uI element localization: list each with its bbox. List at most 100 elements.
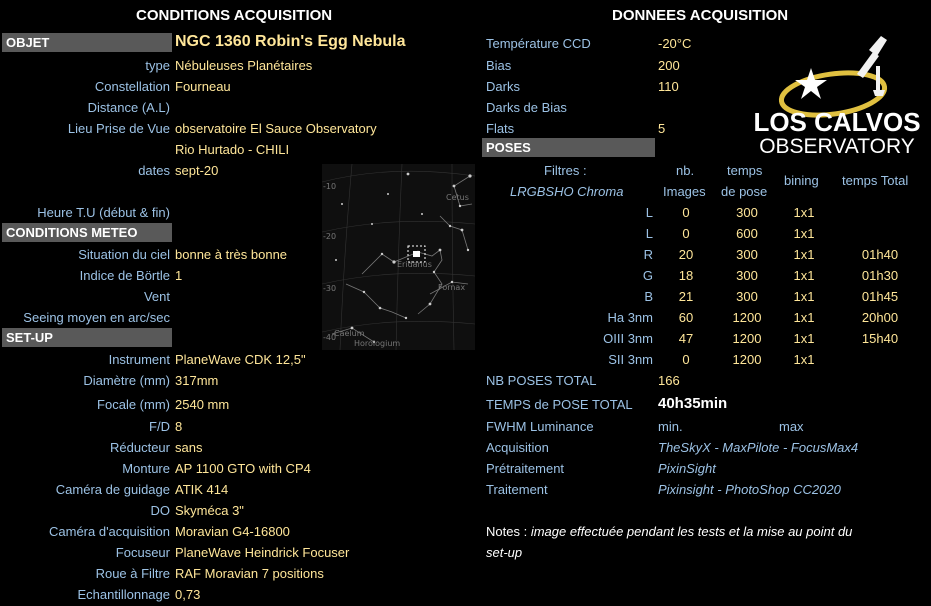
meteo-label: Situation du ciel xyxy=(78,247,170,262)
row-value: observatoire El Sauce Observatory xyxy=(175,121,377,136)
row-value: sept-20 xyxy=(175,163,219,178)
poses-filtres-label: Filtres : xyxy=(544,163,587,178)
setup-label: Caméra de guidage xyxy=(55,482,170,497)
pose-filter: L xyxy=(645,226,653,241)
meteo-label: Seeing moyen en arc/sec xyxy=(23,310,170,325)
pose-filter: SII 3nm xyxy=(608,352,653,367)
notes-label: Notes : xyxy=(486,524,528,539)
temps-pose-total-label: TEMPS de POSE TOTAL xyxy=(486,397,633,412)
setup-value: Skyméca 3" xyxy=(175,503,244,518)
setup-value: AP 1100 GTO with CP4 xyxy=(175,461,311,476)
poses-temps-label: temps xyxy=(727,163,763,178)
nb-poses-total-label: NB POSES TOTAL xyxy=(486,373,597,388)
donnees-value: 110 xyxy=(658,79,679,94)
poses-depose-label: de pose xyxy=(721,184,768,199)
row-label: type xyxy=(145,58,170,73)
pose-bin: 1x1 xyxy=(793,247,815,262)
temps-pose-total-value: 40h35min xyxy=(658,395,728,412)
meteo-label: Indice de Börtle xyxy=(79,268,170,283)
pose-bin: 1x1 xyxy=(793,289,815,304)
star-chart: Cetus Eridanus Fornax Caelum Horologium … xyxy=(321,163,476,351)
conditions-header: CONDITIONS ACQUISITION xyxy=(136,7,333,24)
logo-line1: LOS CALVOS xyxy=(753,107,920,137)
pose-filter: R xyxy=(643,247,653,262)
pose-bin: 1x1 xyxy=(793,268,815,283)
poses-bining-label: bining xyxy=(784,173,819,188)
software-label: Acquisition xyxy=(486,440,549,455)
tick-label: -20 xyxy=(323,232,336,241)
fwhm-max: max xyxy=(779,419,804,434)
setup-value: sans xyxy=(175,440,203,455)
section-objet: OBJET xyxy=(2,33,172,52)
row-label: Distance (A.L) xyxy=(87,100,170,115)
pose-temps: 1200 xyxy=(732,352,762,367)
pose-temps: 1200 xyxy=(732,310,762,325)
los-calvos-logo: LOS CALVOS OBSERVATORY xyxy=(745,28,931,162)
setup-label: Caméra d'acquisition xyxy=(49,524,170,539)
label-caelum: Caelum xyxy=(334,329,365,338)
donnees-label: Bias xyxy=(486,58,512,73)
pose-filter: Ha 3nm xyxy=(607,310,653,325)
pose-nb: 0 xyxy=(682,205,690,220)
pose-total: 01h40 xyxy=(861,247,899,262)
row-label: Heure T.U (début & fin) xyxy=(37,205,170,220)
setup-value: 2540 mm xyxy=(175,397,230,412)
pose-nb: 0 xyxy=(682,226,690,241)
setup-label: Monture xyxy=(122,461,170,476)
donnees-value: 200 xyxy=(658,58,680,73)
poses-nb-label: nb. xyxy=(676,163,695,178)
donnees-value: -20°C xyxy=(658,36,692,51)
telescope-logo-icon: LOS CALVOS OBSERVATORY xyxy=(753,36,921,158)
donnees-value: 5 xyxy=(658,121,666,136)
setup-label: Instrument xyxy=(108,352,170,367)
meteo-value: 1 xyxy=(175,268,183,283)
row-value: Nébuleuses Planétaires xyxy=(175,58,313,73)
star-chart-svg: Cetus Eridanus Fornax Caelum Horologium … xyxy=(321,163,476,351)
setup-value: 0,73 xyxy=(175,587,201,602)
pose-temps: 300 xyxy=(736,205,758,220)
pose-filter: B xyxy=(644,289,653,304)
setup-label: Réducteur xyxy=(110,440,170,455)
donnees-label: Température CCD xyxy=(486,36,591,51)
notes: Notes : image effectuée pendant les test… xyxy=(486,524,852,539)
nb-poses-total-value: 166 xyxy=(658,373,680,388)
section-poses: POSES xyxy=(482,138,655,157)
setup-label: Focuseur xyxy=(115,545,170,560)
pose-temps: 300 xyxy=(736,268,758,283)
pose-temps: 300 xyxy=(736,247,758,262)
donnees-header: DONNEES ACQUISITION xyxy=(612,7,789,24)
pose-filter: G xyxy=(642,268,653,283)
pose-nb: 60 xyxy=(678,310,694,325)
notes-line1: image effectuée pendant les tests et la … xyxy=(530,524,853,539)
label-cetus: Cetus xyxy=(446,193,469,202)
pose-total: 15h40 xyxy=(861,331,899,346)
donnees-label: Darks xyxy=(486,79,520,94)
donnees-label: Darks de Bias xyxy=(486,100,567,115)
row-value: Fourneau xyxy=(175,79,231,94)
setup-label: Focale (mm) xyxy=(97,397,170,412)
fwhm-label: FWHM Luminance xyxy=(486,419,594,434)
tick-label: -30 xyxy=(323,284,336,293)
label-fornax: Fornax xyxy=(438,283,465,292)
tick-label: -10 xyxy=(323,182,336,191)
meteo-label: Vent xyxy=(143,289,170,304)
object-title: NGC 1360 Robin's Egg Nebula xyxy=(175,33,406,50)
meteo-value: bonne à très bonne xyxy=(175,247,288,262)
pose-temps: 300 xyxy=(736,289,758,304)
setup-label: F/D xyxy=(149,419,170,434)
setup-value: Moravian G4-16800 xyxy=(175,524,290,539)
pose-bin: 1x1 xyxy=(793,226,815,241)
pose-total: 01h30 xyxy=(861,268,899,283)
pose-filter: L xyxy=(645,205,653,220)
software-value: Pixinsight - PhotoShop CC2020 xyxy=(658,482,841,497)
label-eridanus: Eridanus xyxy=(397,260,432,269)
setup-label: Roue à Filtre xyxy=(95,566,170,581)
fwhm-min: min. xyxy=(658,419,683,434)
donnees-label: Flats xyxy=(486,121,515,136)
setup-label: Diamètre (mm) xyxy=(83,373,170,388)
pose-total: 01h45 xyxy=(861,289,899,304)
pose-nb: 20 xyxy=(678,247,694,262)
pose-nb: 0 xyxy=(682,352,690,367)
notes-line2: set-up xyxy=(486,545,523,560)
setup-value: PlaneWave CDK 12,5" xyxy=(175,352,306,367)
